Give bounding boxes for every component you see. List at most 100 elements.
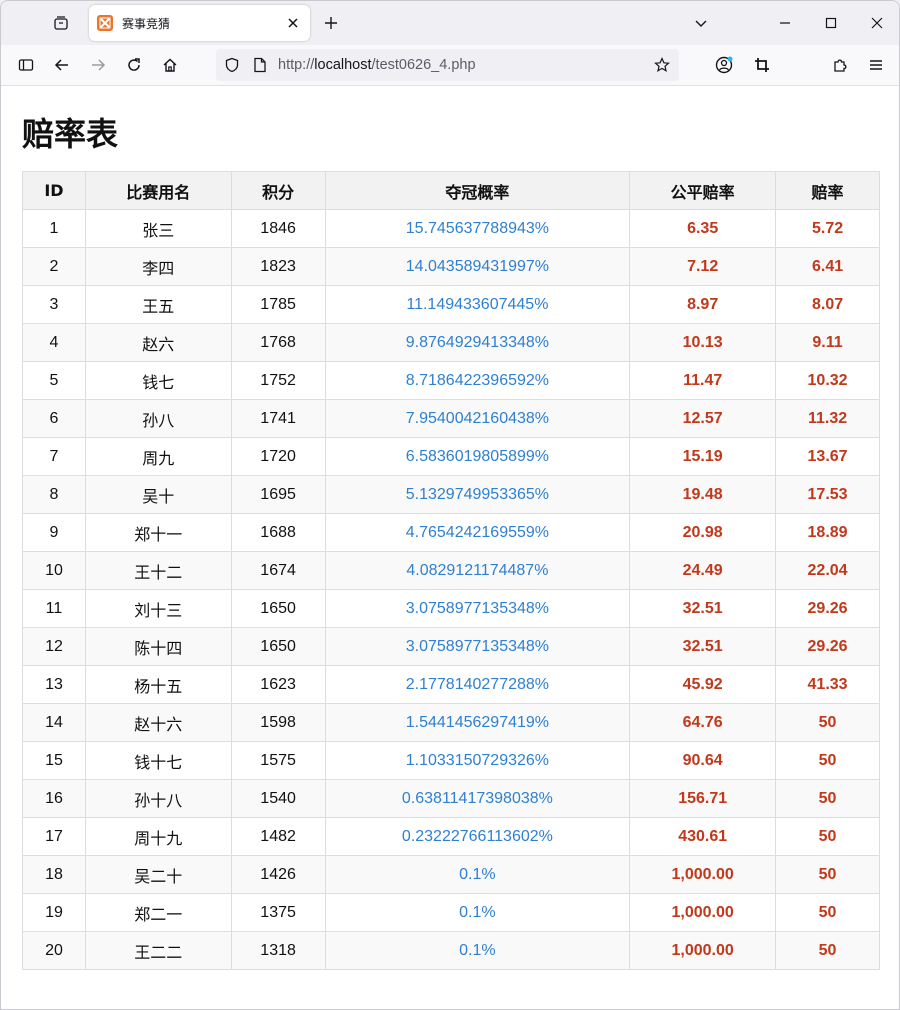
table-row: 19 郑二一 1375 0.1% 1,000.00 50 — [22, 893, 880, 932]
cell-fair-odds: 156.71 — [629, 779, 777, 818]
cell-odds: 50 — [775, 779, 880, 818]
cell-odds: 9.11 — [775, 323, 880, 362]
reload-button[interactable] — [119, 51, 149, 79]
cell-probability: 11.149433607445% — [324, 285, 631, 324]
tab-title: 赛事竞猜 — [122, 16, 171, 31]
cell-fair-odds: 32.51 — [629, 589, 777, 628]
tab-list-button[interactable] — [45, 9, 77, 37]
cell-id: 9 — [22, 513, 86, 552]
screenshot-button[interactable] — [747, 51, 777, 79]
account-icon — [715, 56, 733, 74]
cell-score: 1623 — [230, 665, 326, 704]
page-icon[interactable] — [250, 55, 270, 75]
cell-probability: 5.1329749953365% — [324, 475, 631, 514]
tab-active[interactable]: 赛事竞猜 — [89, 5, 310, 41]
cell-id: 17 — [22, 817, 86, 856]
cell-odds: 10.32 — [775, 361, 880, 400]
cell-score: 1318 — [230, 931, 326, 970]
cell-score: 1650 — [230, 589, 326, 628]
sidebar-icon — [18, 59, 34, 71]
header-fair-odds: 公平赔率 — [629, 171, 777, 210]
table-row: 12 陈十四 1650 3.0758977135348% 32.51 29.26 — [22, 627, 880, 666]
back-button[interactable] — [47, 51, 77, 79]
url-bar[interactable]: http://localhost/test0626_4.php — [216, 49, 679, 81]
maximize-icon — [825, 17, 837, 29]
cell-probability: 9.8764929413348% — [324, 323, 631, 362]
header-name: 比赛用名 — [84, 171, 232, 210]
new-tab-button[interactable] — [319, 11, 343, 35]
minimize-icon — [780, 22, 790, 24]
cell-name: 吴十 — [84, 475, 232, 514]
cell-name: 张三 — [84, 209, 232, 248]
cell-name: 吴二十 — [84, 855, 232, 894]
maximize-button[interactable] — [811, 7, 851, 39]
cell-name: 郑二一 — [84, 893, 232, 932]
cell-name: 钱十七 — [84, 741, 232, 780]
url-host: localhost — [314, 57, 372, 73]
minimize-button[interactable] — [765, 7, 805, 39]
star-icon — [654, 57, 670, 73]
hamburger-menu-icon — [870, 60, 882, 70]
cell-odds: 50 — [775, 741, 880, 780]
cell-score: 1823 — [230, 247, 326, 286]
list-all-tabs-button[interactable] — [689, 11, 713, 35]
menu-button[interactable] — [861, 51, 891, 79]
cell-score: 1846 — [230, 209, 326, 248]
cell-id: 16 — [22, 779, 86, 818]
bookmark-button[interactable] — [651, 54, 673, 76]
cell-score: 1785 — [230, 285, 326, 324]
tab-close-button[interactable] — [284, 14, 302, 32]
plus-icon — [325, 17, 337, 29]
cell-name: 郑十一 — [84, 513, 232, 552]
cell-id: 12 — [22, 627, 86, 666]
url-path: /test0626_4.php — [371, 57, 476, 73]
home-button[interactable] — [155, 51, 185, 79]
cell-odds: 6.41 — [775, 247, 880, 286]
cell-odds: 18.89 — [775, 513, 880, 552]
cell-fair-odds: 12.57 — [629, 399, 777, 438]
window-close-button[interactable] — [857, 7, 897, 39]
table-row: 3 王五 1785 11.149433607445% 8.97 8.07 — [22, 285, 880, 324]
cell-fair-odds: 20.98 — [629, 513, 777, 552]
cell-score: 1426 — [230, 855, 326, 894]
table-header-row: ID 比赛用名 积分 夺冠概率 公平赔率 赔率 — [22, 171, 880, 210]
forward-button[interactable] — [83, 51, 113, 79]
cell-score: 1375 — [230, 893, 326, 932]
cell-id: 2 — [22, 247, 86, 286]
cell-id: 19 — [22, 893, 86, 932]
header-probability: 夺冠概率 — [324, 171, 631, 210]
xampp-favicon-icon — [97, 15, 113, 31]
account-button[interactable] — [709, 51, 739, 79]
cell-id: 15 — [22, 741, 86, 780]
cell-probability: 7.9540042160438% — [324, 399, 631, 438]
cell-score: 1650 — [230, 627, 326, 666]
cell-fair-odds: 64.76 — [629, 703, 777, 742]
sidebar-button[interactable] — [11, 51, 41, 79]
cell-id: 18 — [22, 855, 86, 894]
url-text[interactable]: http://localhost/test0626_4.php — [278, 57, 476, 73]
cell-probability: 2.1778140277288% — [324, 665, 631, 704]
window-close-icon — [871, 17, 883, 29]
cell-id: 10 — [22, 551, 86, 590]
table-row: 10 王十二 1674 4.0829121174487% 24.49 22.04 — [22, 551, 880, 590]
shield-icon[interactable] — [222, 55, 242, 75]
table-row: 14 赵十六 1598 1.5441456297419% 64.76 50 — [22, 703, 880, 742]
cell-name: 孙十八 — [84, 779, 232, 818]
cell-odds: 50 — [775, 893, 880, 932]
cell-odds: 11.32 — [775, 399, 880, 438]
cell-fair-odds: 7.12 — [629, 247, 777, 286]
cell-odds: 13.67 — [775, 437, 880, 476]
cell-score: 1540 — [230, 779, 326, 818]
extensions-button[interactable] — [825, 51, 855, 79]
browser-window: 赛事竞猜 http://localhost/test0626_4.php 赔率表… — [0, 0, 900, 1010]
cell-probability: 14.043589431997% — [324, 247, 631, 286]
cell-name: 赵十六 — [84, 703, 232, 742]
cell-probability: 6.5836019805899% — [324, 437, 631, 476]
table-row: 18 吴二十 1426 0.1% 1,000.00 50 — [22, 855, 880, 894]
cell-odds: 50 — [775, 703, 880, 742]
cell-probability: 3.0758977135348% — [324, 627, 631, 666]
reload-icon — [128, 58, 140, 71]
cell-odds: 22.04 — [775, 551, 880, 590]
cell-id: 5 — [22, 361, 86, 400]
cell-probability: 4.7654242169559% — [324, 513, 631, 552]
